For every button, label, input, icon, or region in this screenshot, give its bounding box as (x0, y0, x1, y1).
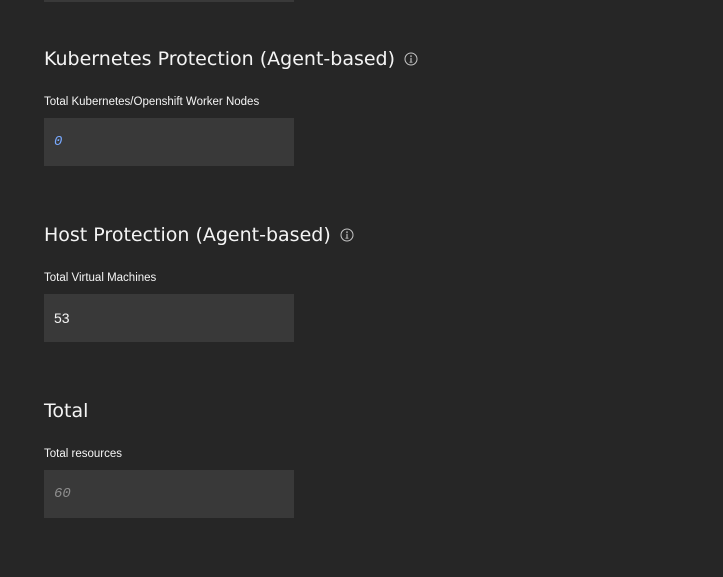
total-section: Total Total resources 60 (44, 399, 464, 518)
worker-nodes-value: 0 (54, 134, 63, 150)
total-title: Total (44, 400, 89, 422)
worker-nodes-field[interactable]: 0 (44, 118, 294, 166)
kubernetes-protection-title: Kubernetes Protection (Agent-based) (44, 48, 396, 70)
total-resources-field: 60 (44, 470, 294, 518)
total-resources-label: Total resources (44, 448, 122, 460)
worker-nodes-label: Total Kubernetes/Openshift Worker Nodes (44, 96, 260, 108)
total-resources-value: 60 (54, 486, 71, 502)
kubernetes-protection-section: Kubernetes Protection (Agent-based) Tota… (44, 47, 464, 166)
virtual-machines-field[interactable]: 53 (44, 294, 294, 342)
info-icon[interactable] (404, 52, 418, 66)
virtual-machines-value: 53 (54, 310, 70, 326)
virtual-machines-label: Total Virtual Machines (44, 272, 157, 284)
previous-field-stub[interactable] (44, 0, 294, 2)
info-icon[interactable] (340, 228, 354, 242)
host-protection-title: Host Protection (Agent-based) (44, 224, 331, 246)
host-protection-section: Host Protection (Agent-based) Total Virt… (44, 223, 464, 342)
host-protection-heading: Host Protection (Agent-based) (44, 223, 464, 247)
kubernetes-protection-heading: Kubernetes Protection (Agent-based) (44, 47, 464, 71)
total-heading: Total (44, 399, 464, 423)
